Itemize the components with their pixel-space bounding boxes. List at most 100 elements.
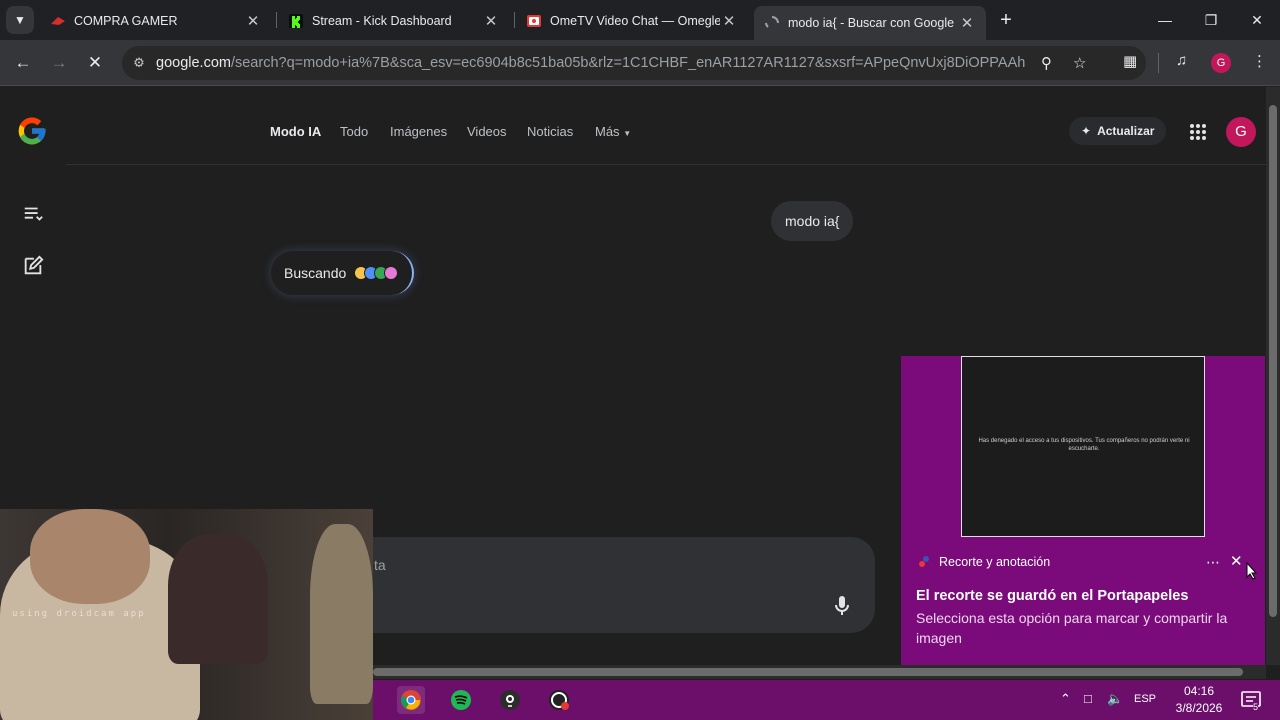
back-button[interactable]: ← bbox=[9, 49, 37, 77]
microphone-icon[interactable] bbox=[834, 595, 850, 617]
forward-button[interactable]: → bbox=[45, 49, 73, 77]
tab-title: OmeTV Video Chat — Omegle bbox=[550, 14, 720, 28]
ai-prompt-input[interactable]: ta bbox=[340, 537, 875, 633]
close-icon[interactable]: ✕ bbox=[720, 12, 738, 30]
screen: ▼ COMPRA GAMER ✕ Stream - Kick Dashboard… bbox=[0, 0, 1280, 720]
history-list-icon[interactable] bbox=[22, 203, 44, 225]
webcam-person-shape bbox=[310, 524, 373, 704]
tab-mas[interactable]: Más ▼ bbox=[595, 124, 631, 139]
bookmark-star-icon[interactable]: ☆ bbox=[1073, 54, 1086, 72]
address-bar[interactable]: ⚙ google.com/search?q=modo+ia%7B&sca_esv… bbox=[122, 46, 1146, 80]
loading-dots-icon bbox=[354, 266, 399, 280]
update-label: Actualizar bbox=[1097, 124, 1155, 138]
browser-toolbar: ← → ✕ ⚙ google.com/search?q=modo+ia%7B&s… bbox=[0, 40, 1280, 86]
site-settings-icon[interactable]: ⚙ bbox=[122, 55, 156, 71]
tab-title: modo ia{ - Buscar con Google bbox=[788, 16, 955, 30]
url-text[interactable]: google.com/search?q=modo+ia%7B&sca_esv=e… bbox=[156, 55, 1026, 71]
spotify-icon bbox=[451, 690, 471, 710]
tab-compra-gamer[interactable]: COMPRA GAMER ✕ bbox=[40, 6, 272, 36]
close-icon[interactable]: ✕ bbox=[482, 12, 500, 30]
tab-separator bbox=[276, 12, 277, 28]
compra-gamer-favicon-icon bbox=[51, 17, 65, 25]
windows-taskbar: ⌃ □ 🔈 ESP 04:16 3/8/2026 5 bbox=[373, 680, 1280, 720]
sparkle-icon: ✦ bbox=[1081, 124, 1092, 138]
dot bbox=[384, 266, 399, 280]
url-path: /search?q=modo+ia%7B&sca_esv=ec6904b8c51… bbox=[230, 55, 1026, 71]
stop-loading-button[interactable]: ✕ bbox=[81, 49, 109, 77]
preview-text: Has denegado el acceso a tus dispositivo… bbox=[978, 438, 1190, 452]
taskbar-spotify[interactable] bbox=[447, 686, 475, 714]
taskbar-obs[interactable] bbox=[545, 686, 573, 714]
searching-label: Buscando bbox=[284, 265, 347, 281]
horizontal-scroll-thumb[interactable] bbox=[373, 668, 1243, 676]
tab-google-search[interactable]: modo ia{ - Buscar con Google ✕ bbox=[754, 6, 986, 40]
kick-favicon-icon bbox=[289, 14, 303, 28]
restore-button[interactable]: ❐ bbox=[1188, 8, 1234, 32]
language-indicator[interactable]: ESP bbox=[1134, 693, 1156, 705]
close-icon[interactable]: ✕ bbox=[958, 14, 976, 32]
zoom-search-icon[interactable]: ⚲ bbox=[1041, 54, 1052, 72]
notification-title: El recorte se guardó en el Portapapeles bbox=[916, 588, 1189, 604]
tab-separator bbox=[514, 12, 515, 28]
webcam-person-shape bbox=[168, 534, 268, 664]
clock-date: 3/8/2026 bbox=[1175, 701, 1223, 715]
webcam-face-shape bbox=[30, 509, 150, 604]
snip-notification[interactable]: Has denegado el acceso a tus dispositivo… bbox=[901, 356, 1265, 665]
browser-menu-icon[interactable]: ⋮ bbox=[1252, 52, 1267, 70]
tab-title: COMPRA GAMER bbox=[74, 14, 178, 28]
volume-icon[interactable]: 🔈 bbox=[1107, 691, 1123, 707]
clock[interactable]: 04:16 3/8/2026 bbox=[1169, 683, 1229, 717]
clock-time: 04:16 bbox=[1183, 684, 1215, 698]
update-button[interactable]: ✦ Actualizar bbox=[1069, 117, 1167, 145]
google-apps-grid-icon[interactable] bbox=[1189, 123, 1207, 141]
network-icon[interactable]: □ bbox=[1084, 691, 1092, 706]
close-icon[interactable]: ✕ bbox=[1230, 552, 1243, 570]
webcam-watermark: using droidcam app bbox=[12, 609, 146, 619]
url-host: google.com bbox=[156, 55, 231, 71]
tab-todo[interactable]: Todo bbox=[340, 124, 368, 139]
tab-search-button[interactable]: ▼ bbox=[6, 6, 34, 34]
toolbar-separator bbox=[1158, 53, 1159, 73]
notification-body: Selecciona esta opción para marcar y com… bbox=[916, 610, 1228, 646]
media-control-icon[interactable]: ♫ bbox=[1176, 52, 1187, 69]
vertical-scrollbar[interactable] bbox=[1266, 87, 1280, 665]
notification-center-icon[interactable] bbox=[1239, 688, 1263, 712]
horizontal-scrollbar[interactable] bbox=[373, 665, 1266, 679]
snipping-tool-icon bbox=[919, 556, 929, 567]
obs-icon bbox=[549, 690, 569, 710]
tab-ometv[interactable]: OmeTV Video Chat — Omegle ✕ bbox=[516, 6, 748, 36]
taskbar-app[interactable] bbox=[496, 686, 524, 714]
user-query-bubble: modo ia{ bbox=[771, 201, 854, 241]
tab-title: Stream - Kick Dashboard bbox=[312, 14, 452, 28]
close-window-button[interactable]: ✕ bbox=[1234, 8, 1280, 32]
google-account-avatar[interactable]: G bbox=[1226, 117, 1256, 147]
mas-label: Más bbox=[595, 124, 620, 139]
screenshot-preview[interactable]: Has denegado el acceso a tus dispositivo… bbox=[961, 356, 1205, 537]
webcam-overlay: using droidcam app bbox=[0, 509, 373, 720]
new-chat-edit-icon[interactable] bbox=[22, 255, 44, 277]
tab-imagenes[interactable]: Imágenes bbox=[390, 124, 447, 139]
tab-modo-ia[interactable]: Modo IA bbox=[270, 124, 321, 139]
caret-down-icon: ▼ bbox=[623, 129, 632, 138]
searching-indicator: Buscando bbox=[271, 251, 415, 295]
tray-expand-icon[interactable]: ⌃ bbox=[1060, 691, 1071, 707]
input-placeholder: ta bbox=[374, 557, 386, 573]
more-options-icon[interactable]: ⋯ bbox=[1206, 554, 1220, 571]
mouse-cursor-icon bbox=[1246, 562, 1258, 580]
loading-spinner-icon bbox=[765, 16, 779, 28]
tab-videos[interactable]: Videos bbox=[467, 124, 507, 139]
google-g-logo-icon[interactable] bbox=[16, 115, 48, 147]
notification-app: Recorte y anotación bbox=[917, 555, 1050, 569]
browser-profile-avatar[interactable]: G bbox=[1211, 53, 1231, 73]
taskbar-chrome[interactable] bbox=[397, 686, 425, 714]
search-header: Modo IA Todo Imágenes Videos Noticias Má… bbox=[66, 87, 1266, 165]
tab-kick-dashboard[interactable]: Stream - Kick Dashboard ✕ bbox=[278, 6, 510, 36]
tab-noticias[interactable]: Noticias bbox=[527, 124, 573, 139]
new-tab-button[interactable]: + bbox=[995, 9, 1017, 31]
chrome-icon bbox=[401, 690, 421, 710]
close-icon[interactable]: ✕ bbox=[244, 12, 262, 30]
vertical-scroll-thumb[interactable] bbox=[1269, 105, 1277, 617]
ometv-favicon-icon bbox=[527, 15, 541, 27]
extensions-icon[interactable]: ▦ bbox=[1123, 52, 1137, 70]
minimize-button[interactable]: — bbox=[1142, 8, 1188, 32]
